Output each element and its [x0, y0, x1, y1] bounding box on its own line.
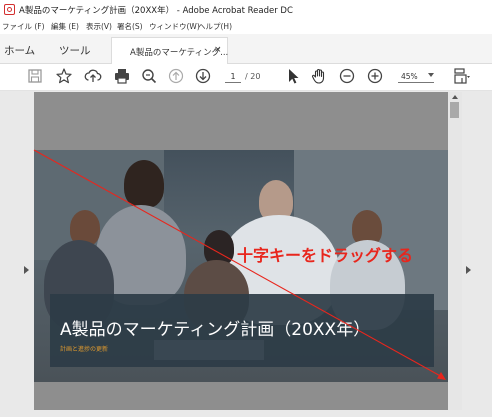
drag-instruction-label: 十字キーをドラッグする: [237, 246, 414, 265]
tab-tools[interactable]: ツール: [59, 43, 91, 58]
zoom-search-icon[interactable]: [140, 67, 158, 85]
hand-icon[interactable]: [310, 67, 328, 85]
scroll-thumb[interactable]: [450, 102, 459, 118]
scroll-up-icon[interactable]: [452, 95, 458, 99]
bookmark-star-icon[interactable]: [55, 67, 73, 85]
menu-window[interactable]: ウィンドウ(W): [149, 21, 200, 32]
chevron-down-icon: [428, 73, 434, 77]
person-head: [124, 160, 164, 208]
slide-image: A製品のマーケティング計画（20XX年） 計画と進捗の更新: [34, 150, 448, 382]
save-icon[interactable]: [26, 67, 44, 85]
upload-cloud-icon[interactable]: [84, 67, 102, 85]
app-logo-icon: [4, 4, 15, 15]
slide-subtitle: 計画と進捗の更新: [60, 346, 109, 353]
prev-page-arrow-icon[interactable]: [24, 266, 29, 274]
print-icon[interactable]: [113, 67, 131, 85]
vertical-scrollbar[interactable]: [448, 92, 462, 410]
page-up-icon[interactable]: [167, 67, 185, 85]
page-down-icon[interactable]: [194, 67, 212, 85]
zoom-out-icon[interactable]: [338, 67, 356, 85]
tab-document[interactable]: A製品のマーケティング... ×: [111, 37, 228, 64]
menu-edit[interactable]: 編集 (E): [51, 21, 79, 32]
toolbar: 1 / 20 45%: [0, 64, 492, 91]
zoom-in-icon[interactable]: [366, 67, 384, 85]
menu-sign[interactable]: 署名(S): [117, 21, 143, 32]
select-arrow-icon[interactable]: [284, 67, 302, 85]
slide-title-panel: A製品のマーケティング計画（20XX年） 計画と進捗の更新: [50, 294, 434, 367]
page-number-input[interactable]: 1: [225, 72, 241, 83]
menu-view[interactable]: 表示(V): [86, 21, 112, 32]
menu-help[interactable]: ヘルプ(H): [198, 21, 232, 32]
next-page-arrow-icon[interactable]: [466, 266, 471, 274]
page-fit-icon[interactable]: [452, 67, 470, 85]
page-total: / 20: [245, 72, 261, 81]
slide-title: A製品のマーケティング計画（20XX年）: [60, 320, 371, 340]
window-title: A製品のマーケティング計画（20XX年） - Adobe Acrobat Rea…: [19, 6, 293, 16]
zoom-level-dropdown[interactable]: 45%: [398, 72, 434, 83]
tab-home[interactable]: ホーム: [4, 43, 35, 58]
title-bar: A製品のマーケティング計画（20XX年） - Adobe Acrobat Rea…: [0, 0, 492, 20]
tab-bar: ホーム ツール A製品のマーケティング... ×: [0, 34, 492, 64]
close-tab-icon[interactable]: ×: [214, 45, 222, 55]
menu-file[interactable]: ファイル (F): [2, 21, 45, 32]
zoom-level-value: 45%: [401, 72, 418, 81]
menu-bar: ファイル (F) 編集 (E) 表示(V) 署名(S) ウィンドウ(W) ヘルプ…: [0, 20, 492, 34]
